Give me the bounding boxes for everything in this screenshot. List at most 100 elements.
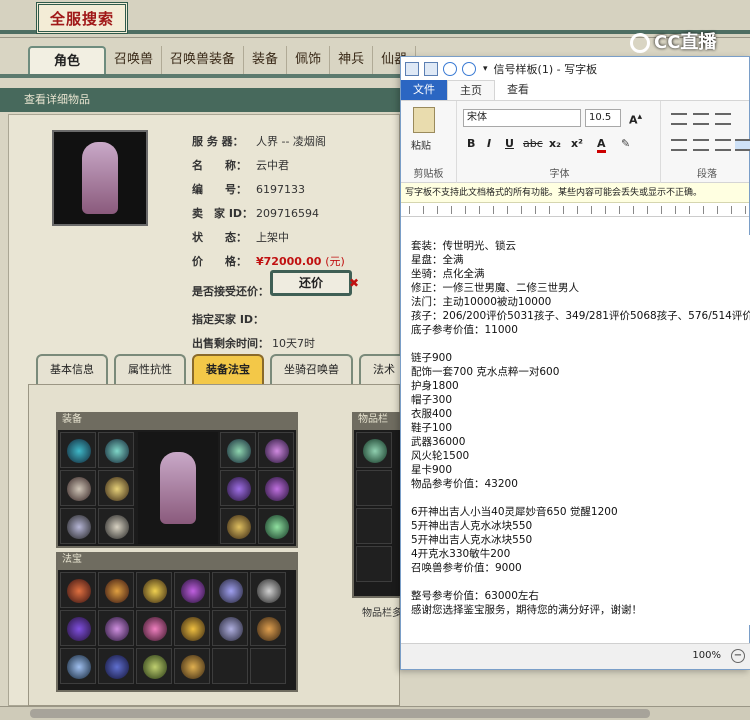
doc-line: 护身1800: [411, 380, 459, 392]
increase-indent-icon[interactable]: [693, 113, 709, 125]
align-right-icon[interactable]: [715, 139, 731, 151]
subtab-mount-pet[interactable]: 坐骑召唤兽: [270, 354, 353, 384]
item-slot[interactable]: [356, 508, 392, 544]
item-bar-caption: 物品栏多: [362, 608, 402, 619]
equip-slot[interactable]: [258, 508, 294, 544]
align-left-icon[interactable]: [671, 139, 687, 151]
subscript-button[interactable]: x₂: [549, 137, 561, 150]
paragraph-group: 段落: [663, 101, 750, 183]
fabao-slot[interactable]: [250, 610, 286, 646]
tab-role[interactable]: 角色: [28, 46, 107, 74]
fabao-slot[interactable]: [174, 648, 210, 684]
bargain-button[interactable]: 还价: [270, 270, 352, 296]
fabao-slot[interactable]: [136, 648, 172, 684]
tab-pet-equip[interactable]: 召唤兽装备: [162, 46, 245, 74]
doc-line: 6开神出吉人小当40灵犀妙音650 觉醒1200: [411, 506, 618, 518]
info-seller-id: 卖 家 ID： 209716594: [192, 207, 319, 220]
fabao-slot[interactable]: [98, 610, 134, 646]
chevron-down-icon[interactable]: ▾: [483, 64, 488, 74]
cc-logo-icon: [630, 33, 650, 53]
status-bar: 100% −: [401, 643, 750, 669]
save-icon[interactable]: [424, 62, 438, 76]
paste-icon[interactable]: [413, 107, 435, 133]
page-title: 全服搜索: [36, 2, 128, 34]
redo-icon[interactable]: [462, 62, 476, 76]
character-portrait: [52, 130, 148, 226]
wordpad-app-icon: [405, 62, 419, 76]
equip-slot[interactable]: [220, 508, 256, 544]
detail-header: 查看详细物品: [0, 88, 400, 112]
doc-line: 召唤兽参考价值：9000: [411, 562, 522, 574]
equip-slot[interactable]: [258, 432, 294, 468]
superscript-button[interactable]: x²: [571, 137, 583, 150]
doc-line: 链子900: [411, 352, 453, 364]
fabao-slot[interactable]: [136, 610, 172, 646]
equip-slot[interactable]: [220, 470, 256, 506]
underline-button[interactable]: U: [505, 137, 514, 150]
fabao-slot[interactable]: [212, 572, 248, 608]
fabao-slot[interactable]: [212, 610, 248, 646]
subtab-basic-info[interactable]: 基本信息: [36, 354, 108, 384]
fabao-slot[interactable]: [212, 648, 248, 684]
paste-button[interactable]: 粘贴: [411, 137, 431, 152]
subtab-attributes[interactable]: 属性抗性: [114, 354, 186, 384]
equip-slot[interactable]: [98, 432, 134, 468]
close-icon[interactable]: ✖: [349, 276, 359, 290]
wordpad-window: ▾ 信号样板(1) - 写字板 文件 主页 查看 粘贴 剪贴板 宋体 10.5 …: [400, 56, 750, 670]
tab-home[interactable]: 主页: [447, 80, 495, 100]
italic-button[interactable]: I: [487, 137, 491, 150]
align-center-icon[interactable]: [693, 139, 709, 151]
item-slot[interactable]: [356, 432, 392, 468]
fabao-slot[interactable]: [250, 648, 286, 684]
subtab-equip-fabao[interactable]: 装备法宝: [192, 354, 264, 384]
font-name-select[interactable]: 宋体: [463, 109, 581, 127]
fabao-slot[interactable]: [98, 572, 134, 608]
highlight-icon[interactable]: ✎: [621, 137, 630, 150]
zoom-out-icon[interactable]: −: [731, 649, 745, 663]
tab-accessory[interactable]: 佩饰: [287, 46, 331, 74]
item-slot[interactable]: [356, 546, 392, 582]
document-area[interactable]: 套装：传世明光、锁云 星盘：全满 坐骑：点化全满 修正：一修三世男魔、二修三世男…: [401, 235, 750, 625]
fabao-slot[interactable]: [98, 648, 134, 684]
fabao-slot[interactable]: [136, 572, 172, 608]
tab-file[interactable]: 文件: [401, 80, 447, 100]
equip-slot[interactable]: [60, 470, 96, 506]
fabao-slot[interactable]: [174, 572, 210, 608]
undo-icon[interactable]: [443, 62, 457, 76]
fabao-slot[interactable]: [60, 610, 96, 646]
tab-divine-weapon[interactable]: 神兵: [330, 46, 374, 74]
bullet-list-icon[interactable]: [715, 113, 731, 125]
doc-line: 感谢您选择鉴宝服务，期待您的满分好评，谢谢！: [411, 604, 642, 616]
scrollbar-thumb[interactable]: [30, 709, 650, 718]
item-slot[interactable]: [356, 470, 392, 506]
justify-icon[interactable]: [735, 139, 750, 151]
tab-pet[interactable]: 召唤兽: [106, 46, 163, 74]
equip-slot[interactable]: [220, 432, 256, 468]
wordpad-title: 信号样板(1) - 写字板: [493, 63, 598, 76]
equip-slot[interactable]: [60, 508, 96, 544]
font-color-button[interactable]: A: [597, 137, 606, 153]
fabao-slot[interactable]: [174, 610, 210, 646]
font-size-select[interactable]: 10.5: [585, 109, 621, 127]
equip-slot[interactable]: [98, 508, 134, 544]
equip-slot[interactable]: [258, 470, 294, 506]
fabao-slot[interactable]: [250, 572, 286, 608]
strikethrough-button[interactable]: abc: [523, 137, 543, 150]
format-warning-bar: 写字板不支持此文档格式的所有功能。某些内容可能会丢失或显示不正确。: [401, 183, 749, 203]
doc-line: 帽子300: [411, 394, 453, 406]
tab-view[interactable]: 查看: [495, 80, 541, 100]
horizontal-scrollbar[interactable]: [0, 706, 750, 720]
fabao-slot[interactable]: [60, 572, 96, 608]
equip-slot[interactable]: [98, 470, 134, 506]
bold-button[interactable]: B: [467, 137, 475, 150]
equip-slot[interactable]: [60, 432, 96, 468]
decrease-indent-icon[interactable]: [671, 113, 687, 125]
item-bar-title: 物品栏: [352, 412, 400, 428]
fabao-slot[interactable]: [60, 648, 96, 684]
grow-font-icon[interactable]: A▴: [629, 111, 642, 127]
info-remaining-time: 出售剩余时间： 10天7时: [192, 337, 315, 350]
ruler[interactable]: [401, 203, 749, 217]
doc-line: 法门：主动10000被动10000: [411, 296, 552, 308]
tab-equip[interactable]: 装备: [244, 46, 288, 74]
equip-section-title: 装备: [56, 412, 298, 428]
